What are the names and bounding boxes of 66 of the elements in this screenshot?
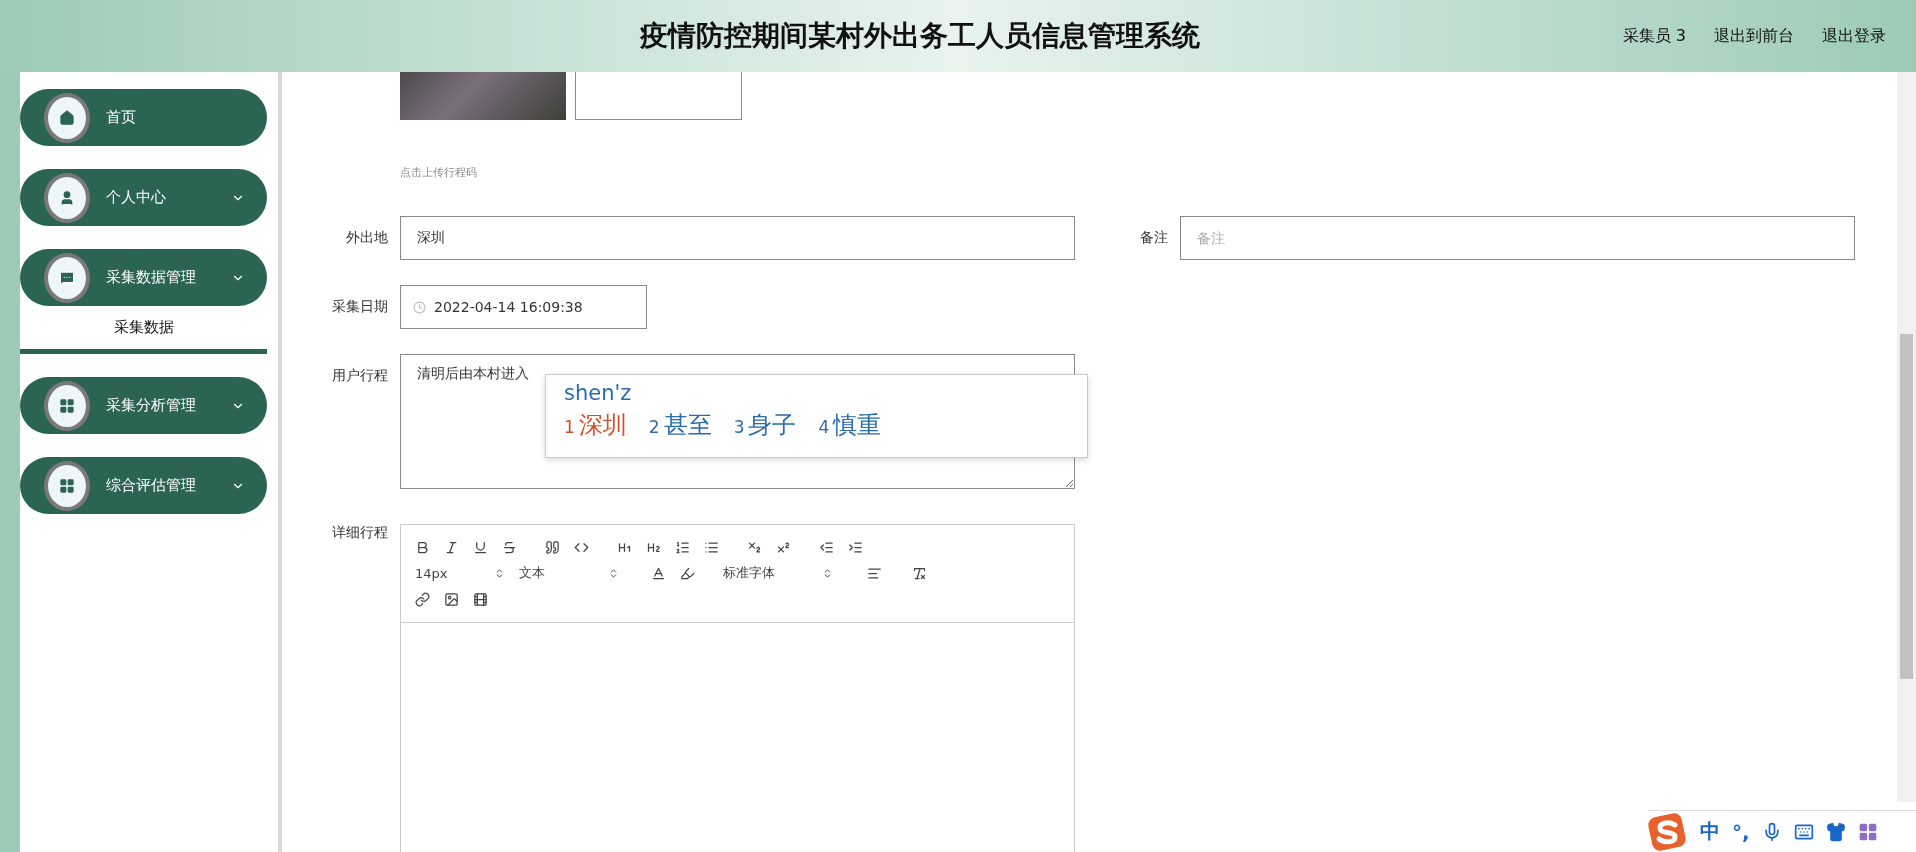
- system-title: 疫情防控期间某村外出务工人员信息管理系统: [640, 18, 1200, 54]
- editor-select[interactable]: 标准字体: [723, 564, 833, 583]
- menu-label: 首页: [106, 108, 136, 127]
- field-label: 用户行程: [331, 366, 389, 385]
- ime-mode[interactable]: 中: [1700, 818, 1720, 845]
- quote-icon[interactable]: [545, 539, 560, 555]
- field-label: 外出地: [345, 228, 389, 247]
- input-field[interactable]: 备注: [1180, 216, 1855, 260]
- italic-icon[interactable]: [444, 539, 459, 555]
- underline-icon[interactable]: [473, 539, 488, 555]
- shirt-icon[interactable]: [1825, 821, 1846, 842]
- image-icon[interactable]: [444, 592, 459, 608]
- clock-icon: [413, 300, 426, 314]
- up-down-caret-icon: [822, 568, 833, 579]
- ime-candidate[interactable]: 3 身子: [733, 409, 797, 441]
- bullet-list-icon[interactable]: [704, 539, 719, 555]
- bold-icon[interactable]: [415, 539, 430, 555]
- ime-composition: shen'z: [564, 381, 633, 405]
- up-down-caret-icon: [608, 568, 619, 579]
- ime-candidate[interactable]: 2 甚至: [648, 409, 712, 441]
- superscript-icon[interactable]: [776, 539, 791, 555]
- scrollbar-thumb[interactable]: [1900, 334, 1913, 679]
- header-link[interactable]: 退出到前台: [1714, 25, 1794, 47]
- align-icon[interactable]: [867, 566, 882, 581]
- menu-label: 综合评估管理: [106, 476, 196, 495]
- field-label: 采集日期: [331, 297, 389, 316]
- header-link[interactable]: 退出登录: [1822, 25, 1886, 47]
- font-color-icon[interactable]: [651, 566, 666, 581]
- grid-icon: [59, 477, 75, 494]
- editor-select[interactable]: 文本: [519, 564, 619, 583]
- strikethrough-icon[interactable]: [502, 539, 517, 555]
- outdent-icon[interactable]: [819, 539, 834, 555]
- menu-item[interactable]: 采集分析管理: [20, 377, 267, 434]
- indent-icon[interactable]: [848, 539, 863, 555]
- upload-hint: 点击上传行程码: [399, 165, 478, 180]
- date-field[interactable]: 2022-04-14 16:09:38: [400, 285, 647, 329]
- field-label: 详细行程: [331, 524, 389, 542]
- highlight-icon[interactable]: [680, 566, 695, 581]
- subscript-icon[interactable]: [747, 539, 762, 555]
- clear-format-icon[interactable]: [912, 566, 927, 581]
- grid-icon: [59, 397, 75, 414]
- upload-box[interactable]: [575, 72, 742, 120]
- menu-item[interactable]: 采集数据管理: [20, 249, 267, 306]
- rich-text-editor[interactable]: 14px 文本 标准字体: [400, 524, 1075, 852]
- menu-label: 采集数据管理: [106, 268, 196, 287]
- ime-punctuation[interactable]: °,: [1732, 819, 1750, 844]
- menu-item[interactable]: 综合评估管理: [20, 457, 267, 514]
- user-name: 采集员 3: [1622, 25, 1686, 47]
- editor-select[interactable]: 14px: [415, 566, 505, 581]
- input-field[interactable]: 深圳: [400, 216, 1075, 260]
- chat-icon: [59, 269, 75, 286]
- home-icon: [59, 109, 75, 126]
- menu-item[interactable]: 个人中心: [20, 169, 267, 226]
- field-label: 备注: [1139, 228, 1169, 247]
- submenu-item[interactable]: 采集数据: [20, 306, 267, 354]
- menu-item[interactable]: 首页: [20, 89, 267, 146]
- link-icon[interactable]: [415, 592, 430, 608]
- ime-candidate[interactable]: 4 慎重: [818, 409, 882, 441]
- grid-icon[interactable]: [1857, 821, 1878, 842]
- ordered-list-icon[interactable]: [675, 539, 690, 555]
- video-icon[interactable]: [473, 592, 488, 608]
- menu-label: 个人中心: [106, 188, 166, 207]
- up-down-caret-icon: [494, 568, 505, 579]
- user-icon: [59, 189, 75, 206]
- menu-label: 采集分析管理: [106, 396, 196, 415]
- ime-candidate[interactable]: 1 深圳: [564, 409, 627, 441]
